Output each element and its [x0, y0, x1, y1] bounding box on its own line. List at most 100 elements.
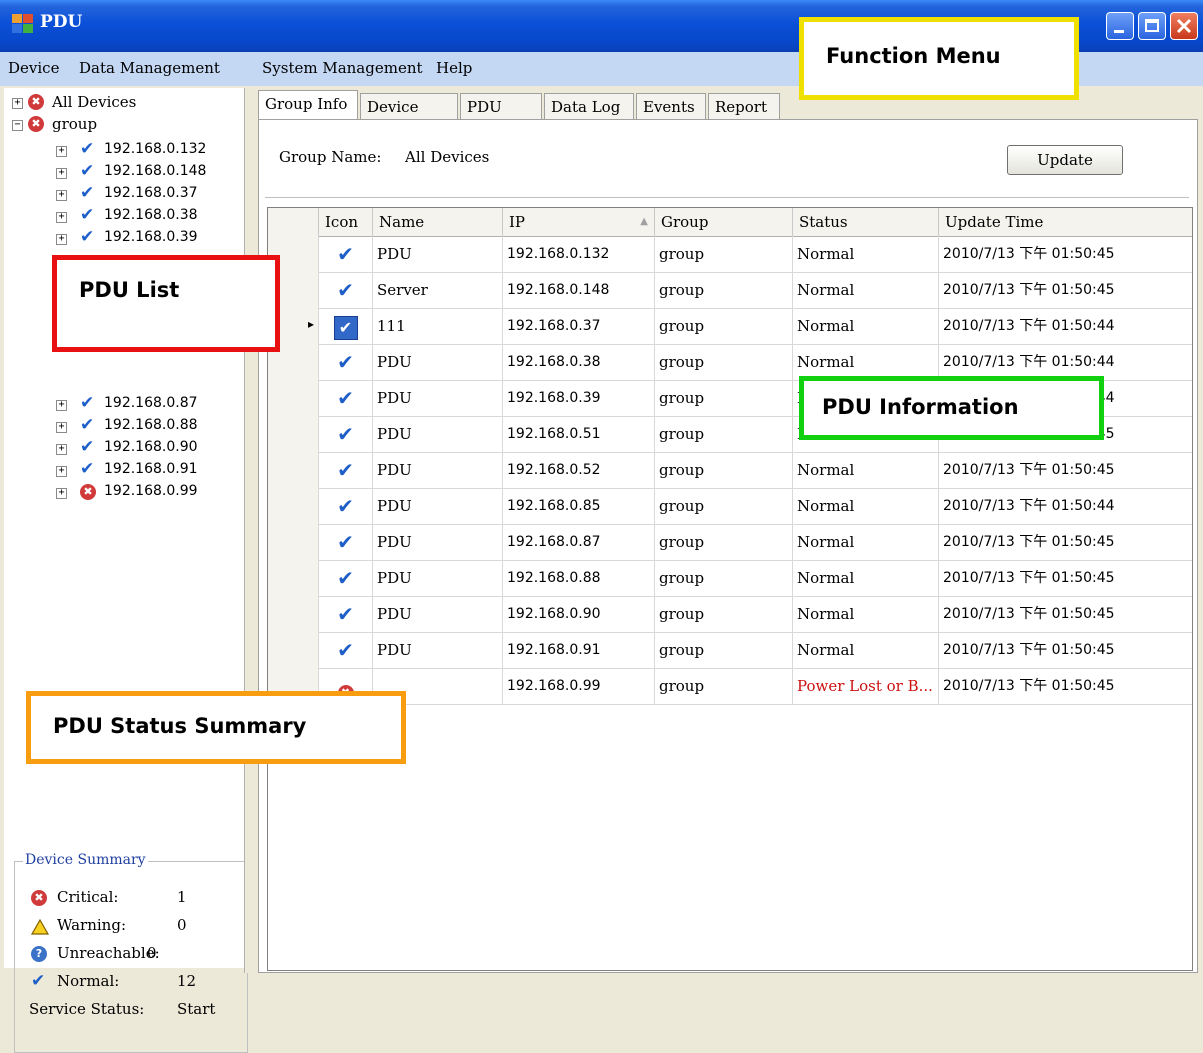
summary-warning-value: 0 [177, 916, 187, 934]
sort-ascending-icon: ▲ [640, 216, 648, 227]
tree-item-all-devices[interactable]: + ✖ All Devices [4, 92, 244, 114]
column-ip[interactable]: IP ▲ [502, 208, 654, 236]
row-header[interactable] [268, 524, 318, 560]
check-icon: ✔ [337, 350, 354, 374]
icon-cell: ✔ [318, 344, 372, 380]
check-icon: ✔ [80, 393, 95, 413]
tree-item-device[interactable]: + ✔ 192.168.0.87 [4, 393, 244, 416]
group-name-label: Group Name: [279, 148, 382, 166]
tree-item-device[interactable]: + ✔ 192.168.0.38 [4, 205, 244, 228]
icon-cell: ✔ [318, 236, 372, 272]
row-header[interactable] [268, 560, 318, 596]
expand-icon[interactable]: + [56, 466, 67, 477]
row-header[interactable] [268, 632, 318, 668]
summary-service-value: Start [177, 1000, 216, 1018]
check-icon: ✔ [80, 161, 95, 181]
status-cell: Normal [792, 308, 938, 344]
icon-cell: ✔ [318, 524, 372, 560]
row-header[interactable] [268, 452, 318, 488]
menu-data-management[interactable]: Data Management [79, 59, 220, 77]
tree-label: 192.168.0.37 [104, 185, 198, 201]
table-row[interactable]: ▸ ✔ 111 192.168.0.37 group Normal 2010/7/13 下午… [268, 308, 1192, 345]
summary-normal-label: Normal: [57, 972, 120, 990]
expand-icon[interactable]: + [56, 190, 67, 201]
tab-group-info[interactable]: Group Info [258, 90, 358, 120]
tree-item-device[interactable]: + ✖ 192.168.0.99 [4, 482, 244, 504]
column-name[interactable]: Name [372, 208, 502, 236]
status-cell: Normal [792, 632, 938, 668]
column-status[interactable]: Status [792, 208, 938, 236]
table-row[interactable]: ✔ Server 192.168.0.148 group Normal 2010/7/13… [268, 272, 1192, 309]
icon-cell: ✔ [318, 632, 372, 668]
tree-item-device[interactable]: + ✔ 192.168.0.88 [4, 415, 244, 438]
collapse-icon[interactable]: − [12, 120, 23, 131]
minimize-button[interactable] [1106, 12, 1134, 40]
menu-help[interactable]: Help [436, 59, 472, 77]
group-cell: group [654, 596, 792, 632]
expand-icon[interactable]: + [56, 400, 67, 411]
column-update-time[interactable]: Update Time [938, 208, 1192, 236]
expand-icon[interactable]: + [56, 234, 67, 245]
name-cell: PDU [372, 632, 502, 668]
expand-icon[interactable]: + [56, 488, 67, 499]
table-row[interactable]: ✔ PDU 192.168.0.52 group Normal 2010/7/13 下午 … [268, 452, 1192, 489]
ip-cell: 192.168.0.99 [502, 668, 654, 704]
tree-item-device[interactable]: + ✔ 192.168.0.148 [4, 161, 244, 184]
annotation-status-summary: PDU Status Summary [26, 691, 406, 764]
check-icon: ✔ [80, 183, 95, 203]
close-button[interactable] [1170, 12, 1198, 40]
tree-item-device[interactable]: + ✔ 192.168.0.90 [4, 437, 244, 460]
tab-device-info[interactable]: Device Info [360, 93, 458, 142]
maximize-button[interactable] [1138, 12, 1166, 40]
menu-device[interactable]: Device [8, 59, 59, 77]
expand-icon[interactable]: + [12, 98, 23, 109]
tree-item-device[interactable]: + ✔ 192.168.0.91 [4, 459, 244, 482]
expand-icon[interactable]: + [56, 146, 67, 157]
time-cell: 2010/7/13 下午 01:50:45 [938, 596, 1192, 632]
expand-icon[interactable]: + [56, 168, 67, 179]
check-icon: ✔ [80, 205, 95, 225]
tree-label: 192.168.0.87 [104, 395, 198, 411]
row-header[interactable] [268, 488, 318, 524]
critical-icon: ✖ [28, 94, 44, 110]
status-cell: Normal [792, 272, 938, 308]
ip-cell: 192.168.0.88 [502, 560, 654, 596]
time-cell: 2010/7/13 下午 01:50:44 [938, 308, 1192, 344]
tree-item-device[interactable]: + ✔ 192.168.0.37 [4, 183, 244, 206]
table-row[interactable]: ✔ PDU 192.168.0.87 group Normal 2010/7/13 下午 … [268, 524, 1192, 561]
column-icon[interactable]: Icon [318, 208, 372, 236]
row-header[interactable] [268, 380, 318, 416]
tree-label: 192.168.0.148 [104, 163, 207, 179]
expand-icon[interactable]: + [56, 212, 67, 223]
tree-item-group[interactable]: − ✖ group [4, 114, 244, 136]
tree-label: group [52, 115, 98, 133]
expand-icon[interactable]: + [56, 444, 67, 455]
table-row[interactable]: ✔ PDU 192.168.0.132 group Normal 2010/7/13 下午… [268, 236, 1192, 273]
ip-cell: 192.168.0.91 [502, 632, 654, 668]
table-row[interactable]: ✔ PDU 192.168.0.88 group Normal 2010/7/13 下午 … [268, 560, 1192, 597]
tab-events[interactable]: Events [636, 93, 706, 119]
table-row[interactable]: ✖192.168.0.99groupPower Lost or B...2010… [268, 668, 1192, 705]
tab-report[interactable]: Report [708, 93, 780, 119]
table-row[interactable]: ✔ PDU 192.168.0.85 group Normal 2010/7/13 下午 … [268, 488, 1192, 525]
check-icon: ✔ [337, 530, 354, 554]
group-cell: group [654, 632, 792, 668]
tree-item-device[interactable]: + ✔ 192.168.0.132 [4, 139, 244, 162]
table-row[interactable]: ✔ PDU 192.168.0.90 group Normal 2010/7/13 下午 … [268, 596, 1192, 633]
menu-system-management[interactable]: System Management [262, 59, 423, 77]
status-cell: Normal [792, 452, 938, 488]
row-header[interactable] [268, 596, 318, 632]
annotation-pdu-information: PDU Information [799, 376, 1104, 440]
row-header[interactable] [268, 416, 318, 452]
maximize-icon [1145, 19, 1159, 32]
expand-icon[interactable]: + [56, 422, 67, 433]
column-group[interactable]: Group [654, 208, 792, 236]
ip-cell: 192.168.0.37 [502, 308, 654, 344]
table-row[interactable]: ✔ PDU 192.168.0.91 group Normal 2010/7/13 下午 … [268, 632, 1192, 669]
warning-icon [31, 919, 49, 935]
tab-pdu-info[interactable]: PDU Info [460, 93, 542, 142]
tab-data-log[interactable]: Data Log [544, 93, 634, 119]
update-button[interactable]: Update [1007, 145, 1123, 175]
check-icon: ✔ [337, 602, 354, 626]
tree-item-device[interactable]: + ✔ 192.168.0.39 [4, 227, 244, 250]
